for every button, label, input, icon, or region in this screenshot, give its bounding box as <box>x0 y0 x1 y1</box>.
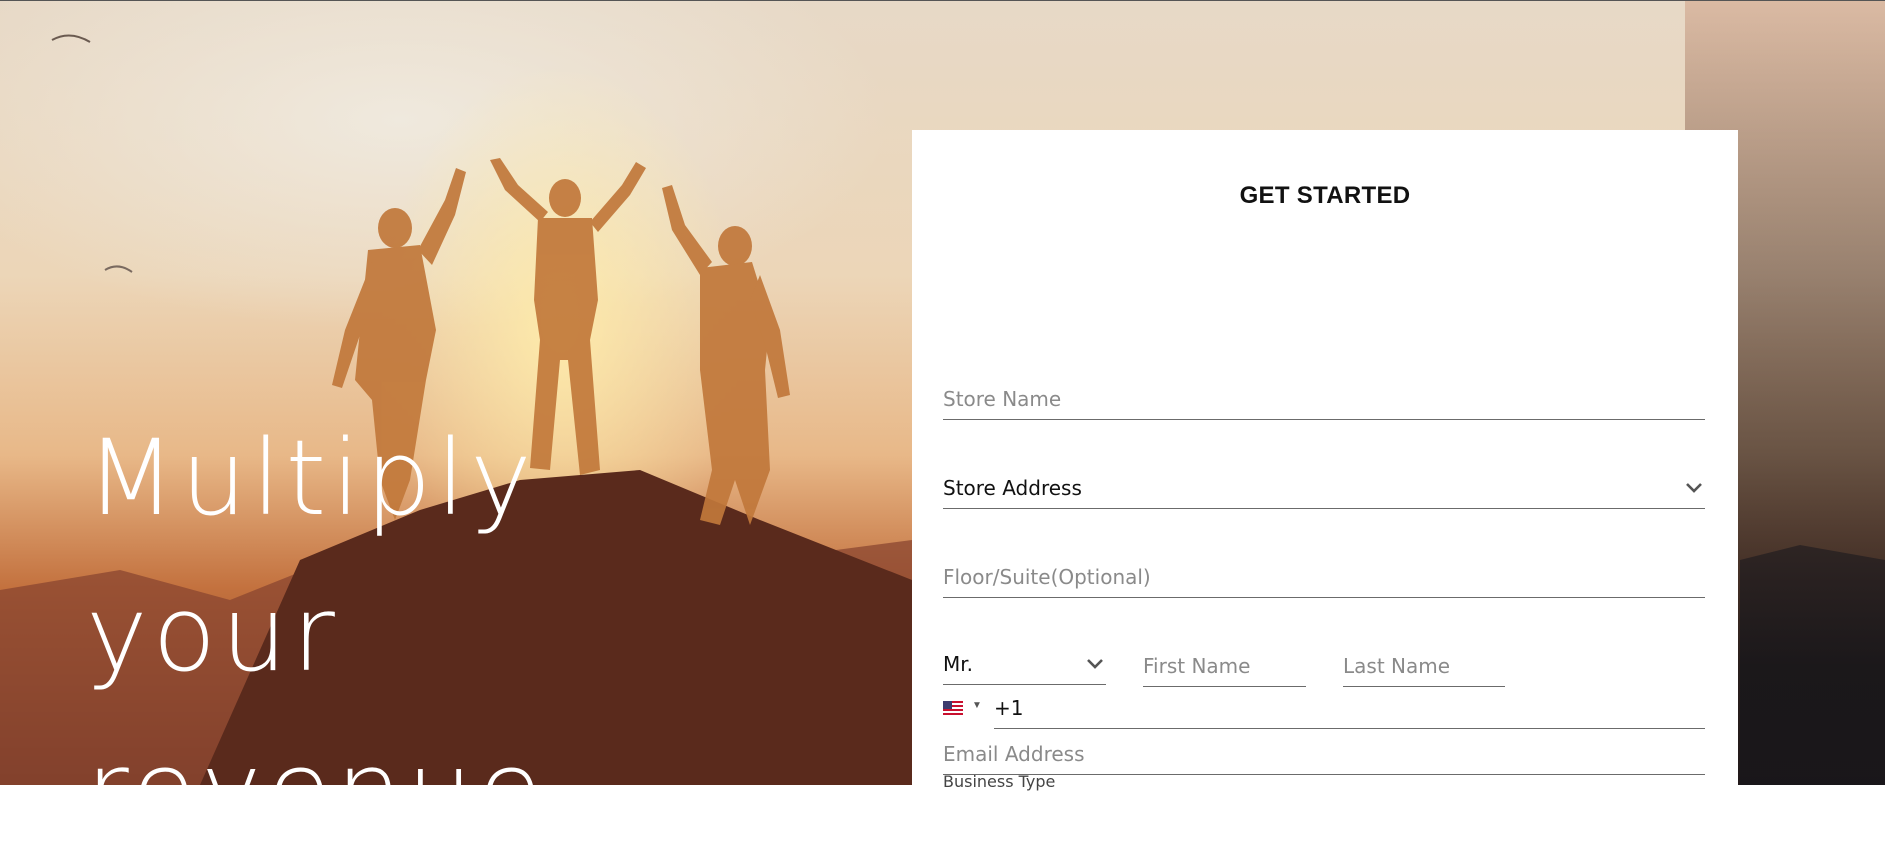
email-field <box>943 734 1705 775</box>
store-name-field <box>943 379 1705 420</box>
us-flag-icon[interactable] <box>943 701 963 715</box>
last-name-field <box>1343 646 1505 687</box>
store-name-input[interactable] <box>943 379 1705 419</box>
form-title: GET STARTED <box>1239 182 1411 209</box>
salutation-value: Mr. <box>943 652 973 676</box>
headline-line-1: Multiply <box>86 417 537 539</box>
headline-line-3: revenue <box>86 729 547 851</box>
last-name-input[interactable] <box>1343 646 1505 686</box>
signup-card: GET STARTED Store Address Mr. Business T… <box>912 130 1738 791</box>
email-input[interactable] <box>943 734 1705 774</box>
floor-suite-field <box>943 557 1705 598</box>
first-name-input[interactable] <box>1143 646 1306 686</box>
chevron-down-icon <box>1686 483 1702 493</box>
salutation-select[interactable]: Mr. <box>943 644 1106 685</box>
first-name-field <box>1143 646 1306 687</box>
store-address-value: Store Address <box>943 476 1082 500</box>
phone-field[interactable]: +1 <box>994 688 1705 729</box>
floor-suite-input[interactable] <box>943 557 1705 597</box>
store-address-select[interactable]: Store Address <box>943 468 1705 509</box>
hero-headline: Multiply your revenue <box>86 400 547 868</box>
business-type-label: Business Type <box>943 772 1056 791</box>
headline-line-2: your <box>86 573 340 695</box>
country-dropdown-caret-icon[interactable]: ▼ <box>972 700 982 711</box>
chevron-down-icon <box>1087 659 1103 669</box>
top-divider <box>0 0 1885 1</box>
phone-country-code: +1 <box>994 696 1024 720</box>
